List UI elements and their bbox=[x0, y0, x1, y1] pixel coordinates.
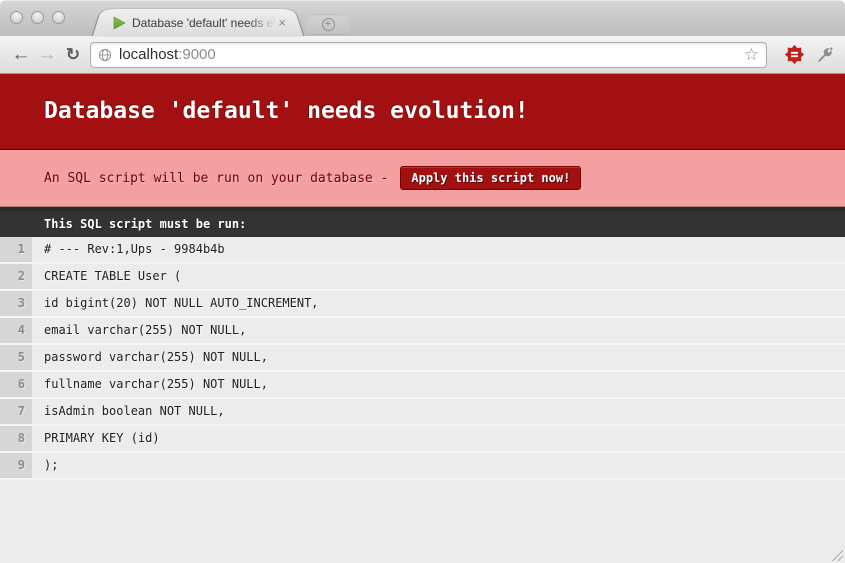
line-number: 3 bbox=[0, 291, 32, 316]
window-resize-handle[interactable] bbox=[830, 548, 843, 561]
window-zoom-button[interactable] bbox=[52, 11, 65, 24]
traffic-lights bbox=[10, 11, 65, 24]
script-header-bar: This SQL script must be run: bbox=[0, 207, 845, 237]
url-port: :9000 bbox=[178, 46, 216, 63]
url-host: localhost bbox=[119, 46, 178, 63]
plus-icon: + bbox=[322, 18, 335, 31]
settings-menu-button[interactable] bbox=[813, 43, 837, 67]
line-code: fullname varchar(255) NOT NULL, bbox=[44, 377, 268, 391]
extension-button[interactable] bbox=[782, 43, 806, 67]
url-text[interactable]: localhost:9000 bbox=[119, 46, 744, 63]
line-number: 4 bbox=[0, 318, 32, 343]
back-button[interactable]: ← bbox=[8, 42, 34, 68]
script-line-row: 9 ); bbox=[0, 453, 845, 480]
script-line-row: 1 # --- Rev:1,Ups - 9984b4b bbox=[0, 237, 845, 264]
forward-button[interactable]: → bbox=[34, 42, 60, 68]
line-code: PRIMARY KEY (id) bbox=[44, 431, 160, 445]
browser-window: Database 'default' needs evol × + ← → ↻ … bbox=[0, 0, 845, 563]
reload-button[interactable]: ↻ bbox=[60, 42, 86, 68]
detail-bar: An SQL script will be run on your databa… bbox=[0, 150, 845, 207]
new-tab-button[interactable]: + bbox=[312, 15, 344, 34]
script-line-row: 8 PRIMARY KEY (id) bbox=[0, 426, 845, 453]
line-number: 6 bbox=[0, 372, 32, 397]
line-number: 7 bbox=[0, 399, 32, 424]
script-header-label: This SQL script must be run: bbox=[44, 217, 246, 231]
detail-text: An SQL script will be run on your databa… bbox=[44, 171, 388, 186]
line-number: 5 bbox=[0, 345, 32, 370]
red-starburst-icon bbox=[784, 44, 805, 65]
browser-toolbar: ← → ↻ localhost:9000 ☆ bbox=[0, 36, 845, 74]
line-number: 2 bbox=[0, 264, 32, 289]
line-code: id bigint(20) NOT NULL AUTO_INCREMENT, bbox=[44, 296, 319, 310]
line-number: 8 bbox=[0, 426, 32, 451]
globe-icon bbox=[98, 48, 112, 62]
line-number: 1 bbox=[0, 237, 32, 262]
bookmark-star-icon[interactable]: ☆ bbox=[744, 46, 759, 63]
line-code: CREATE TABLE User ( bbox=[44, 269, 181, 283]
wrench-icon bbox=[811, 40, 839, 68]
script-line-row: 4 email varchar(255) NOT NULL, bbox=[0, 318, 845, 345]
address-bar[interactable]: localhost:9000 ☆ bbox=[90, 42, 767, 68]
window-minimize-button[interactable] bbox=[31, 11, 44, 24]
line-code: password varchar(255) NOT NULL, bbox=[44, 350, 268, 364]
line-code: ); bbox=[44, 458, 58, 472]
script-line-row: 3 id bigint(20) NOT NULL AUTO_INCREMENT, bbox=[0, 291, 845, 318]
line-code: email varchar(255) NOT NULL, bbox=[44, 323, 246, 337]
script-line-row: 7 isAdmin boolean NOT NULL, bbox=[0, 399, 845, 426]
tab-title: Database 'default' needs evol bbox=[132, 16, 275, 30]
page-background bbox=[0, 480, 845, 563]
play-framework-icon bbox=[112, 16, 126, 30]
error-banner: Database 'default' needs evolution! bbox=[0, 74, 845, 150]
tab-strip: Database 'default' needs evol × + bbox=[0, 0, 845, 36]
line-number: 9 bbox=[0, 453, 32, 478]
apply-script-button[interactable]: Apply this script now! bbox=[400, 166, 581, 190]
tab-close-icon[interactable]: × bbox=[278, 16, 286, 29]
line-code: isAdmin boolean NOT NULL, bbox=[44, 404, 225, 418]
page-title: Database 'default' needs evolution! bbox=[44, 98, 801, 124]
script-line-row: 6 fullname varchar(255) NOT NULL, bbox=[0, 372, 845, 399]
script-line-row: 2 CREATE TABLE User ( bbox=[0, 264, 845, 291]
window-close-button[interactable] bbox=[10, 11, 23, 24]
active-tab[interactable]: Database 'default' needs evol × bbox=[104, 9, 292, 36]
script-line-row: 5 password varchar(255) NOT NULL, bbox=[0, 345, 845, 372]
sql-script-listing: 1 # --- Rev:1,Ups - 9984b4b 2 CREATE TAB… bbox=[0, 237, 845, 480]
line-code: # --- Rev:1,Ups - 9984b4b bbox=[44, 242, 225, 256]
